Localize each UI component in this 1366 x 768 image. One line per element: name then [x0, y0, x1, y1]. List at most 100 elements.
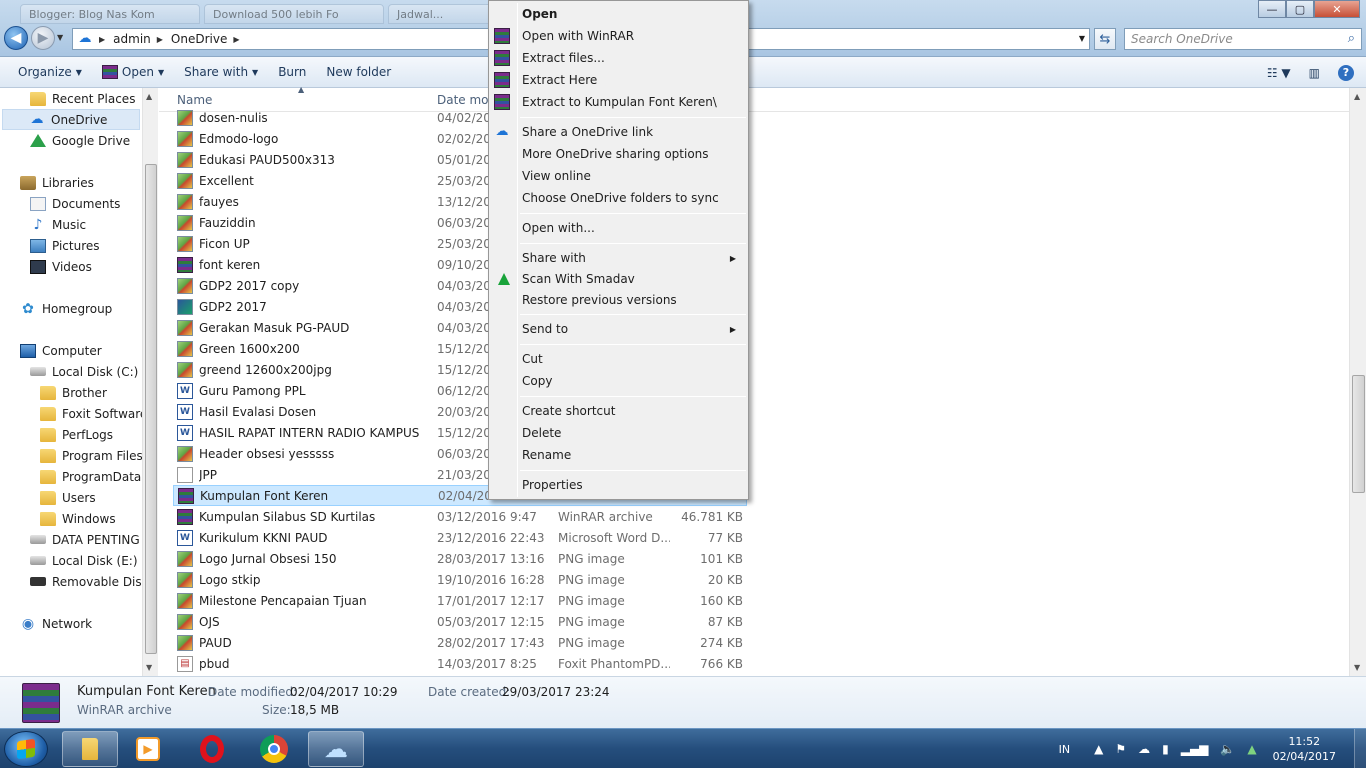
- nav-network[interactable]: ◉ Network: [20, 613, 92, 634]
- menu-item-share-with[interactable]: Share with ▶: [491, 247, 746, 269]
- nav-pictures[interactable]: Pictures: [30, 235, 100, 256]
- recent-pages-dropdown[interactable]: ▼: [57, 33, 63, 42]
- google-drive-tray-icon[interactable]: ▲: [1247, 742, 1256, 756]
- file-row[interactable]: PAUD 28/02/2017 17:43 PNG image 274 KB: [173, 632, 747, 653]
- menu-item-extract-files[interactable]: Extract files...: [491, 47, 746, 69]
- menu-item-share-onedrive-link[interactable]: ☁ Share a OneDrive link: [491, 121, 746, 143]
- scroll-down-icon[interactable]: ▼: [146, 663, 152, 672]
- taskbar-chrome[interactable]: [246, 731, 302, 767]
- breadcrumb-onedrive[interactable]: OneDrive: [171, 32, 227, 46]
- file-row[interactable]: Kurikulum KKNI PAUD 23/12/2016 22:43 Micro…: [173, 527, 747, 548]
- nav-data-penting[interactable]: DATA PENTING (: [30, 529, 142, 550]
- file-list-scrollbar[interactable]: ▲ ▼: [1349, 88, 1366, 676]
- organize-button[interactable]: Organize ▼: [8, 57, 92, 88]
- menu-item-open-with[interactable]: Open with...: [491, 217, 746, 239]
- scrollbar-thumb[interactable]: [145, 164, 157, 654]
- file-row[interactable]: OJS 05/03/2017 12:15 PNG image 87 KB: [173, 611, 747, 632]
- breadcrumb-admin[interactable]: admin: [113, 32, 151, 46]
- nav-folder-perflogs[interactable]: PerfLogs: [40, 424, 113, 445]
- file-row[interactable]: pbud 14/03/2017 8:25 Foxit PhantomPD... 766…: [173, 653, 747, 674]
- share-with-button[interactable]: Share with ▼: [174, 57, 268, 88]
- close-button[interactable]: ✕: [1314, 0, 1360, 18]
- nav-scrollbar[interactable]: ▲ ▼: [142, 88, 158, 676]
- menu-item-open-with-winrar[interactable]: Open with WinRAR: [491, 25, 746, 47]
- menu-item-cut[interactable]: Cut: [491, 348, 746, 370]
- nav-folder-windows[interactable]: Windows: [40, 508, 116, 529]
- preview-pane-icon[interactable]: ▥: [1309, 66, 1320, 80]
- minimize-button[interactable]: —: [1258, 0, 1286, 18]
- nav-onedrive[interactable]: ☁ OneDrive: [2, 109, 140, 130]
- nav-folder-program-files[interactable]: Program Files: [40, 445, 143, 466]
- menu-item-rename[interactable]: Rename: [491, 444, 746, 466]
- nav-music[interactable]: ♪ Music: [30, 214, 87, 235]
- chevron-right-icon[interactable]: ▶: [99, 35, 105, 44]
- taskbar-onedrive[interactable]: ☁: [308, 731, 364, 767]
- search-icon[interactable]: ⌕: [1348, 31, 1355, 46]
- file-row[interactable]: Logo stkip 19/10/2016 16:28 PNG image 20 KB: [173, 569, 747, 590]
- nav-folder-programdata[interactable]: ProgramData: [40, 466, 141, 487]
- action-center-flag-icon[interactable]: ⚑: [1115, 742, 1126, 756]
- menu-item-restore-previous[interactable]: Restore previous versions: [491, 289, 746, 311]
- burn-button[interactable]: Burn: [268, 57, 316, 88]
- menu-item-copy[interactable]: Copy: [491, 370, 746, 392]
- menu-item-view-online[interactable]: View online: [491, 165, 746, 187]
- nav-videos[interactable]: Videos: [30, 256, 92, 277]
- nav-folder-foxit[interactable]: Foxit Software: [40, 403, 147, 424]
- scrollbar-thumb[interactable]: [1352, 375, 1365, 493]
- scroll-down-icon[interactable]: ▼: [1354, 663, 1360, 672]
- start-button[interactable]: [4, 731, 48, 767]
- nav-google-drive[interactable]: Google Drive: [30, 130, 130, 151]
- scroll-up-icon[interactable]: ▲: [1354, 92, 1360, 101]
- file-row[interactable]: Logo Jurnal Obsesi 150 28/03/2017 13:16 PN…: [173, 548, 747, 569]
- taskbar-explorer[interactable]: [62, 731, 118, 767]
- taskbar-opera[interactable]: [184, 731, 240, 767]
- nav-homegroup[interactable]: ✿ Homegroup: [20, 298, 112, 319]
- nav-local-disk-e[interactable]: Local Disk (E:): [30, 550, 138, 571]
- menu-item-extract-to[interactable]: Extract to Kumpulan Font Keren\: [491, 91, 746, 113]
- back-button[interactable]: ◀: [4, 26, 28, 50]
- menu-item-more-onedrive-sharing[interactable]: More OneDrive sharing options: [491, 143, 746, 165]
- nav-folder-users[interactable]: Users: [40, 487, 96, 508]
- menu-item-send-to[interactable]: Send to ▶: [491, 318, 746, 340]
- menu-item-scan-smadav[interactable]: Scan With Smadav: [491, 268, 746, 290]
- chevron-right-icon[interactable]: ▶: [233, 35, 239, 44]
- nav-computer[interactable]: Computer: [20, 340, 102, 361]
- column-date[interactable]: Date modified: [437, 93, 493, 107]
- column-name[interactable]: Name: [177, 93, 212, 107]
- taskbar-media-player[interactable]: ▶: [120, 731, 176, 767]
- maximize-button[interactable]: ▢: [1286, 0, 1314, 18]
- menu-item-delete[interactable]: Delete: [491, 422, 746, 444]
- usb-device-icon[interactable]: ▮: [1162, 742, 1169, 756]
- open-button[interactable]: Open ▼: [92, 57, 174, 88]
- show-hidden-icons-icon[interactable]: ▲: [1094, 742, 1103, 756]
- scroll-up-icon[interactable]: ▲: [146, 92, 152, 101]
- nav-local-disk-c[interactable]: Local Disk (C:): [30, 361, 138, 382]
- menu-item-extract-here[interactable]: Extract Here: [491, 69, 746, 91]
- file-row[interactable]: Kumpulan Silabus SD Kurtilas 03/12/2016 9…: [173, 506, 747, 527]
- menu-item-open[interactable]: Open: [491, 3, 746, 25]
- nav-recent-places[interactable]: Recent Places: [30, 88, 135, 109]
- nav-removable-disk[interactable]: Removable Disk (: [30, 571, 142, 592]
- new-folder-button[interactable]: New folder: [316, 57, 401, 88]
- view-options-icon[interactable]: ☷ ▼: [1267, 66, 1291, 80]
- nav-documents[interactable]: Documents: [30, 193, 120, 214]
- onedrive-tray-icon[interactable]: ☁: [1138, 742, 1150, 756]
- menu-item-choose-onedrive-folders[interactable]: Choose OneDrive folders to sync: [491, 187, 746, 209]
- language-indicator[interactable]: IN: [1059, 743, 1070, 756]
- file-name: PAUD: [199, 635, 232, 650]
- menu-item-properties[interactable]: Properties: [491, 474, 746, 496]
- address-dropdown-icon[interactable]: ▼: [1079, 34, 1085, 43]
- file-row[interactable]: Milestone Pencapaian Tjuan 17/01/2017 12:…: [173, 590, 747, 611]
- nav-folder-brother[interactable]: Brother: [40, 382, 107, 403]
- menu-item-create-shortcut[interactable]: Create shortcut: [491, 400, 746, 422]
- chevron-right-icon[interactable]: ▶: [157, 35, 163, 44]
- help-icon[interactable]: ?: [1338, 64, 1354, 81]
- network-signal-icon[interactable]: ▂▄▆: [1181, 742, 1209, 756]
- forward-button[interactable]: ▶: [31, 26, 55, 50]
- volume-icon[interactable]: 🔈: [1220, 742, 1235, 756]
- refresh-button[interactable]: ⇆: [1094, 28, 1116, 50]
- clock[interactable]: 11:52 02/04/2017: [1263, 734, 1354, 764]
- nav-libraries[interactable]: Libraries: [20, 172, 94, 193]
- show-desktop-button[interactable]: [1354, 729, 1366, 768]
- search-input[interactable]: Search OneDrive ⌕: [1124, 28, 1362, 50]
